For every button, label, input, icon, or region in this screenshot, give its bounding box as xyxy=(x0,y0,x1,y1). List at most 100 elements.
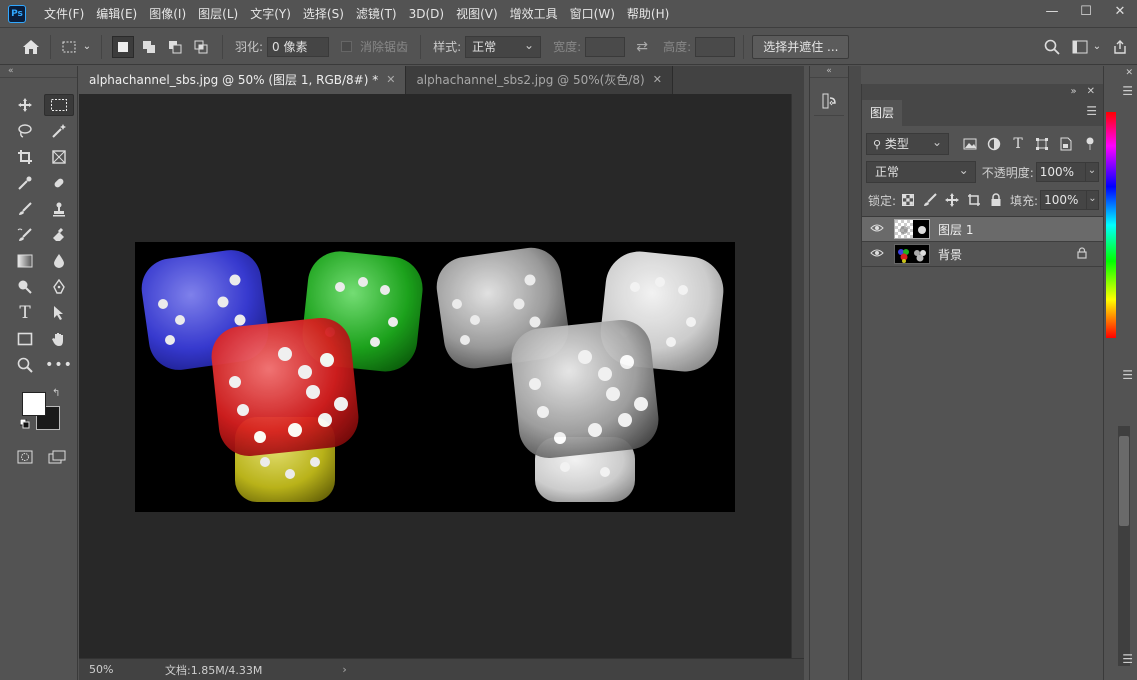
collapse-arrows-icon[interactable]: ✕ xyxy=(1125,68,1133,78)
minimize-button[interactable]: — xyxy=(1035,0,1069,22)
blend-mode-select[interactable]: 正常 xyxy=(866,160,976,183)
dodge-tool-icon[interactable] xyxy=(10,276,40,298)
quick-mask-icon[interactable] xyxy=(14,446,36,468)
lasso-tool-icon[interactable] xyxy=(10,120,40,142)
lock-image-pixels-icon[interactable] xyxy=(922,192,938,208)
zoom-level-field[interactable]: 50% xyxy=(79,663,125,676)
subtract-selection-icon[interactable] xyxy=(164,36,186,58)
healing-brush-tool-icon[interactable] xyxy=(44,172,74,194)
tab-layers[interactable]: 图层 xyxy=(862,100,903,126)
filter-toggle-icon[interactable] xyxy=(1081,135,1099,153)
menu-select[interactable]: 选择(S) xyxy=(297,0,350,28)
smart-object-filter-icon[interactable] xyxy=(1057,135,1075,153)
panel-menu-icon[interactable]: ☰ xyxy=(1122,84,1133,98)
select-and-mask-button[interactable]: 选择并遮住 ... xyxy=(752,34,850,59)
menu-image[interactable]: 图像(I) xyxy=(143,0,192,28)
close-button[interactable]: ✕ xyxy=(1103,0,1137,22)
menu-window[interactable]: 窗口(W) xyxy=(564,0,621,28)
close-icon[interactable]: ✕ xyxy=(653,66,662,94)
menu-file[interactable]: 文件(F) xyxy=(38,0,90,28)
maximize-button[interactable]: ☐ xyxy=(1069,0,1103,22)
magic-wand-tool-icon[interactable] xyxy=(44,120,74,142)
style-select[interactable]: 正常 xyxy=(465,35,542,58)
swap-colors-icon[interactable]: ↰ xyxy=(52,388,60,399)
add-selection-icon[interactable] xyxy=(138,36,160,58)
intersect-selection-icon[interactable] xyxy=(190,36,212,58)
eye-icon[interactable] xyxy=(870,247,886,261)
rectangular-marquee-tool-icon[interactable] xyxy=(44,94,74,116)
eye-icon[interactable] xyxy=(870,222,886,236)
antialias-checkbox[interactable] xyxy=(341,41,353,52)
close-icon[interactable]: ✕ xyxy=(1087,86,1095,97)
zoom-tool-icon[interactable] xyxy=(10,354,40,376)
frame-tool-icon[interactable] xyxy=(44,146,74,168)
lock-artboard-icon[interactable] xyxy=(966,192,982,208)
menu-view[interactable]: 视图(V) xyxy=(450,0,504,28)
blur-tool-icon[interactable] xyxy=(44,250,74,272)
share-icon[interactable] xyxy=(1109,36,1131,58)
layer-row-layer-1[interactable]: 图层 1 xyxy=(862,217,1103,242)
menu-edit[interactable]: 编辑(E) xyxy=(90,0,143,28)
layer-filter-select[interactable]: ⚲ 类型 xyxy=(866,132,949,155)
canvas-vertical-scrollbar[interactable] xyxy=(791,94,804,658)
lock-all-icon[interactable] xyxy=(988,192,1004,208)
menu-plugins[interactable]: 增效工具 xyxy=(504,0,564,28)
opacity-input[interactable]: 100% xyxy=(1035,162,1086,182)
chevron-down-icon[interactable]: ⌄ xyxy=(1086,162,1099,182)
workspace-icon[interactable] xyxy=(1069,36,1091,58)
panel-splitter[interactable] xyxy=(849,66,861,680)
menu-layer[interactable]: 图层(L) xyxy=(192,0,244,28)
eraser-tool-icon[interactable] xyxy=(44,224,74,246)
menu-filter[interactable]: 滤镜(T) xyxy=(350,0,403,28)
lock-position-icon[interactable] xyxy=(944,192,960,208)
feather-input[interactable]: 0 像素 xyxy=(267,36,330,57)
chevron-down-icon[interactable]: ⌄ xyxy=(81,36,93,58)
eyedropper-tool-icon[interactable] xyxy=(10,172,40,194)
close-icon[interactable]: ✕ xyxy=(386,66,395,94)
swap-icon[interactable]: ⇄ xyxy=(631,36,653,58)
height-input[interactable] xyxy=(695,36,736,57)
width-input[interactable] xyxy=(585,36,626,57)
panel-menu-icon[interactable]: ☰ xyxy=(1122,368,1133,382)
crop-tool-icon[interactable] xyxy=(10,146,40,168)
adjustment-filter-icon[interactable] xyxy=(985,135,1003,153)
history-brush-tool-icon[interactable] xyxy=(10,224,40,246)
chevron-right-icon[interactable]: › xyxy=(342,663,346,676)
document-image[interactable] xyxy=(135,242,735,512)
menu-3d[interactable]: 3D(D) xyxy=(403,0,450,28)
rectangle-tool-icon[interactable] xyxy=(10,328,40,350)
panel-scrollbar[interactable] xyxy=(1118,426,1130,666)
scrollbar-thumb[interactable] xyxy=(1119,436,1129,526)
menu-type[interactable]: 文字(Y) xyxy=(244,0,297,28)
tab-document-1[interactable]: alphachannel_sbs.jpg @ 50% (图层 1, RGB/8#… xyxy=(79,66,407,94)
default-colors-icon[interactable] xyxy=(19,418,30,429)
type-filter-icon[interactable]: T xyxy=(1009,135,1027,153)
home-icon[interactable] xyxy=(20,36,42,58)
menu-help[interactable]: 帮助(H) xyxy=(621,0,675,28)
lock-transparent-pixels-icon[interactable] xyxy=(900,192,916,208)
collapse-arrows-icon[interactable]: » xyxy=(1070,86,1076,97)
brush-tool-icon[interactable] xyxy=(10,198,40,220)
canvas-area[interactable] xyxy=(79,94,791,658)
new-selection-icon[interactable] xyxy=(112,35,134,58)
collapse-arrows-icon[interactable]: « xyxy=(0,66,77,78)
tab-document-2[interactable]: alphachannel_sbs2.jpg @ 50%(灰色/8) ✕ xyxy=(406,66,673,94)
foreground-color-swatch[interactable] xyxy=(22,392,46,416)
marquee-preset-icon[interactable] xyxy=(59,36,81,58)
path-selection-tool-icon[interactable] xyxy=(44,302,74,324)
hand-tool-icon[interactable] xyxy=(44,328,74,350)
panel-menu-icon[interactable]: ☰ xyxy=(1086,104,1097,118)
fill-input[interactable]: 100% xyxy=(1040,190,1087,210)
pen-tool-icon[interactable] xyxy=(44,276,74,298)
image-filter-icon[interactable] xyxy=(961,135,979,153)
screen-mode-icon[interactable] xyxy=(46,446,68,468)
collapse-arrows-icon[interactable]: « xyxy=(810,66,848,78)
chevron-down-icon[interactable]: ⌄ xyxy=(1091,36,1103,58)
gradient-tool-icon[interactable] xyxy=(10,250,40,272)
clone-stamp-tool-icon[interactable] xyxy=(44,198,74,220)
type-tool-icon[interactable]: T xyxy=(10,302,40,324)
search-icon[interactable] xyxy=(1041,36,1063,58)
more-tools-icon[interactable]: ••• xyxy=(44,354,74,376)
panel-menu-icon[interactable]: ☰ xyxy=(1122,652,1133,666)
layer-row-background[interactable]: 背景 xyxy=(862,242,1103,267)
